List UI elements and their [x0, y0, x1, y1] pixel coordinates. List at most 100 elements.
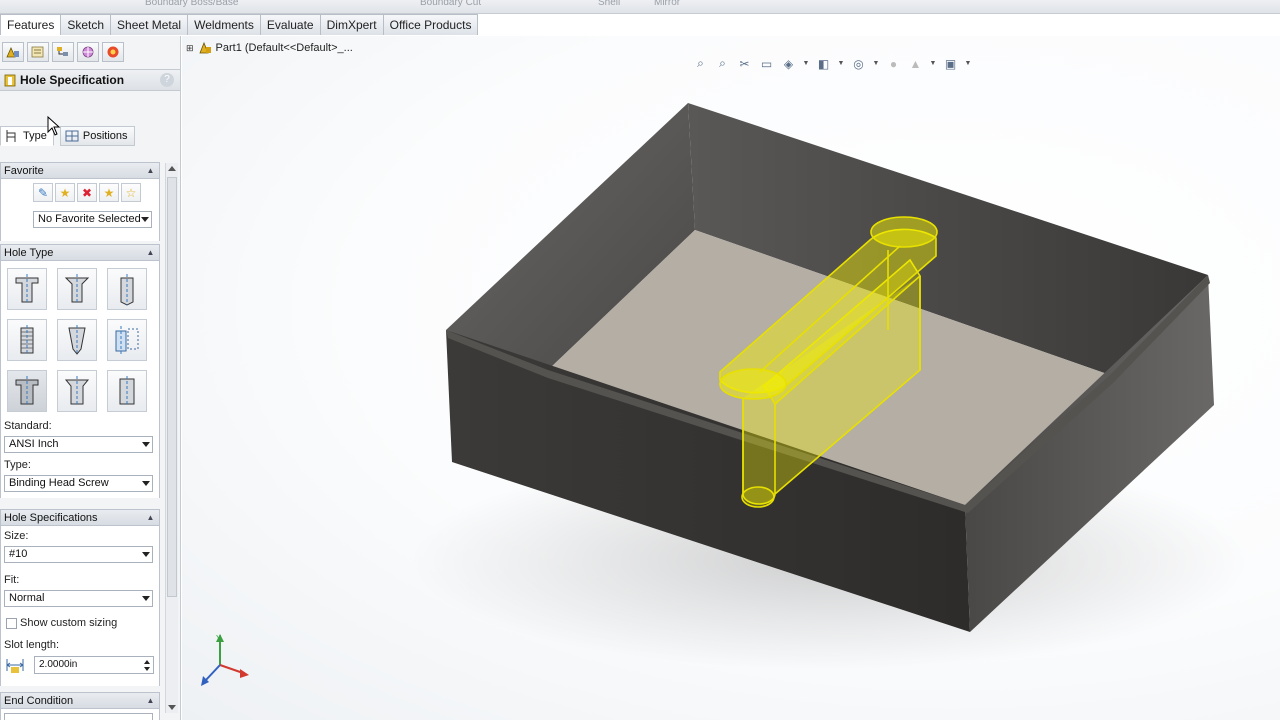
- favorite-select[interactable]: No Favorite Selected: [33, 211, 152, 228]
- tab-positions-label: Positions: [82, 129, 128, 142]
- command-manager-strip: Boundary Boss/Base Boundary Cut Shell Mi…: [0, 0, 1280, 14]
- feature-manager-icon[interactable]: [2, 42, 24, 62]
- hole-type-group-header[interactable]: Hole Type ▲: [0, 244, 160, 261]
- type-label: Type:: [4, 459, 31, 471]
- straight-tap-icon[interactable]: [7, 319, 47, 361]
- countersink-icon[interactable]: [57, 268, 97, 310]
- ghost-shell[interactable]: Shell: [598, 0, 620, 8]
- hole-icon[interactable]: [107, 268, 147, 310]
- end-condition-select[interactable]: [4, 713, 153, 720]
- save-favorite-icon[interactable]: ★: [99, 183, 119, 202]
- favorite-group-title: Favorite: [4, 164, 44, 177]
- apply-defaults-icon[interactable]: ✎: [33, 183, 53, 202]
- chevron-down-icon: [142, 552, 150, 557]
- type-select-value: Binding Head Screw: [9, 477, 109, 489]
- hole-wizard-subtabs: Type Positions: [0, 126, 135, 146]
- tab-weldments[interactable]: Weldments: [187, 14, 261, 35]
- mouse-cursor: [47, 116, 61, 136]
- favorite-toolbar: ✎ ★ ✖ ★ ☆: [33, 183, 141, 202]
- countersink-slot-icon[interactable]: [57, 370, 97, 412]
- ghost-mirror[interactable]: Mirror: [654, 0, 680, 8]
- command-manager-tabs: Features Sketch Sheet Metal Weldments Ev…: [0, 14, 479, 35]
- type-select[interactable]: Binding Head Screw: [4, 475, 153, 492]
- tapered-tap-icon[interactable]: [57, 319, 97, 361]
- favorite-select-value: No Favorite Selected: [38, 213, 141, 225]
- configuration-manager-icon[interactable]: [52, 42, 74, 62]
- collapse-end-condition-icon[interactable]: ▲: [145, 695, 156, 706]
- hole-wizard-icon: [4, 74, 16, 87]
- hole-specifications-group-header[interactable]: Hole Specifications ▲: [0, 509, 160, 526]
- end-condition-group-title: End Condition: [4, 694, 74, 707]
- favorite-group-body: ✎ ★ ✖ ★ ☆ No Favorite Selected: [0, 179, 160, 241]
- positions-icon: [65, 130, 79, 142]
- size-label: Size:: [4, 530, 29, 542]
- scroll-up-icon[interactable]: [168, 166, 176, 171]
- type-icon: [6, 130, 16, 142]
- tab-sketch[interactable]: Sketch: [60, 14, 112, 35]
- triad-y-label: Y: [216, 634, 222, 643]
- slot-length-spinner[interactable]: 2.0000in: [34, 656, 154, 674]
- fit-select-value: Normal: [9, 592, 45, 604]
- standard-select[interactable]: ANSI Inch: [4, 436, 153, 453]
- property-manager-icon[interactable]: [27, 42, 49, 62]
- spin-down-icon[interactable]: [144, 667, 150, 671]
- panel-scrollbar[interactable]: [165, 163, 178, 713]
- spin-up-icon[interactable]: [144, 660, 150, 664]
- slot-length-value: 2.0000in: [39, 659, 78, 670]
- tab-type-label: Type: [23, 129, 47, 142]
- hole-type-group-body: Standard: ANSI Inch Type: Binding Head S…: [0, 261, 160, 498]
- help-icon[interactable]: ?: [160, 73, 174, 87]
- slot-length-icon: [4, 656, 26, 674]
- tab-features[interactable]: Features: [0, 14, 62, 35]
- hole-type-grid: [7, 268, 147, 412]
- tab-positions[interactable]: Positions: [59, 126, 135, 146]
- property-manager-panel: Hole Specification ? Type Positions Favo…: [0, 36, 181, 720]
- tab-type[interactable]: Type: [0, 126, 54, 146]
- model-view[interactable]: Y: [182, 36, 1280, 720]
- graphics-area[interactable]: ⊞ Part1 (Default<<Default>_... ⌕ ⌕ ✂ ▭ ◈…: [182, 36, 1280, 720]
- counterbore-icon[interactable]: [7, 268, 47, 310]
- standard-select-value: ANSI Inch: [9, 438, 59, 450]
- favorite-group-header[interactable]: Favorite ▲: [0, 162, 160, 179]
- chevron-down-icon: [141, 217, 149, 222]
- page-title: Hole Specification: [20, 73, 125, 87]
- standard-label: Standard:: [4, 420, 52, 432]
- hole-specifications-group-body: Size: #10 Fit: Normal Show custom sizing…: [0, 526, 160, 686]
- size-select-value: #10: [9, 548, 28, 560]
- chevron-down-icon: [142, 442, 150, 447]
- chevron-down-icon: [142, 596, 150, 601]
- hole-type-group-title: Hole Type: [4, 246, 54, 259]
- end-condition-group-body: [0, 709, 160, 720]
- manager-toolbar: [0, 42, 124, 64]
- hole-specification-header: Hole Specification ?: [0, 69, 180, 91]
- legacy-hole-icon[interactable]: [107, 319, 147, 361]
- ghost-boundary-cut[interactable]: Boundary Cut: [420, 0, 481, 8]
- end-condition-group-header[interactable]: End Condition ▲: [0, 692, 160, 709]
- collapse-hole-specifications-icon[interactable]: ▲: [145, 512, 156, 523]
- orientation-triad: Y: [201, 634, 249, 686]
- scrollbar-thumb[interactable]: [167, 177, 177, 597]
- hole-specifications-group-title: Hole Specifications: [4, 511, 98, 524]
- counterbore-slot-icon[interactable]: [7, 370, 47, 412]
- tab-sheet-metal[interactable]: Sheet Metal: [110, 14, 189, 35]
- fit-label: Fit:: [4, 574, 20, 586]
- custom-sizing-label: Show custom sizing: [20, 617, 118, 629]
- slot-length-label: Slot length:: [4, 639, 60, 651]
- add-favorite-icon[interactable]: ★: [55, 183, 75, 202]
- load-favorite-icon[interactable]: ☆: [121, 183, 141, 202]
- tab-dimxpert[interactable]: DimXpert: [319, 14, 384, 35]
- delete-favorite-icon[interactable]: ✖: [77, 183, 97, 202]
- ghost-boundary-boss[interactable]: Boundary Boss/Base: [145, 0, 238, 8]
- chevron-down-icon: [142, 481, 150, 486]
- custom-sizing-checkbox[interactable]: [6, 618, 17, 629]
- tab-evaluate[interactable]: Evaluate: [259, 14, 321, 35]
- dimxpert-manager-icon[interactable]: [77, 42, 99, 62]
- display-manager-icon[interactable]: [102, 42, 124, 62]
- slot-icon[interactable]: [107, 370, 147, 412]
- collapse-favorite-icon[interactable]: ▲: [145, 165, 156, 176]
- fit-select[interactable]: Normal: [4, 590, 153, 607]
- size-select[interactable]: #10: [4, 546, 153, 563]
- tab-office-products[interactable]: Office Products: [382, 14, 479, 35]
- collapse-hole-type-icon[interactable]: ▲: [145, 247, 156, 258]
- scroll-down-icon[interactable]: [168, 705, 176, 710]
